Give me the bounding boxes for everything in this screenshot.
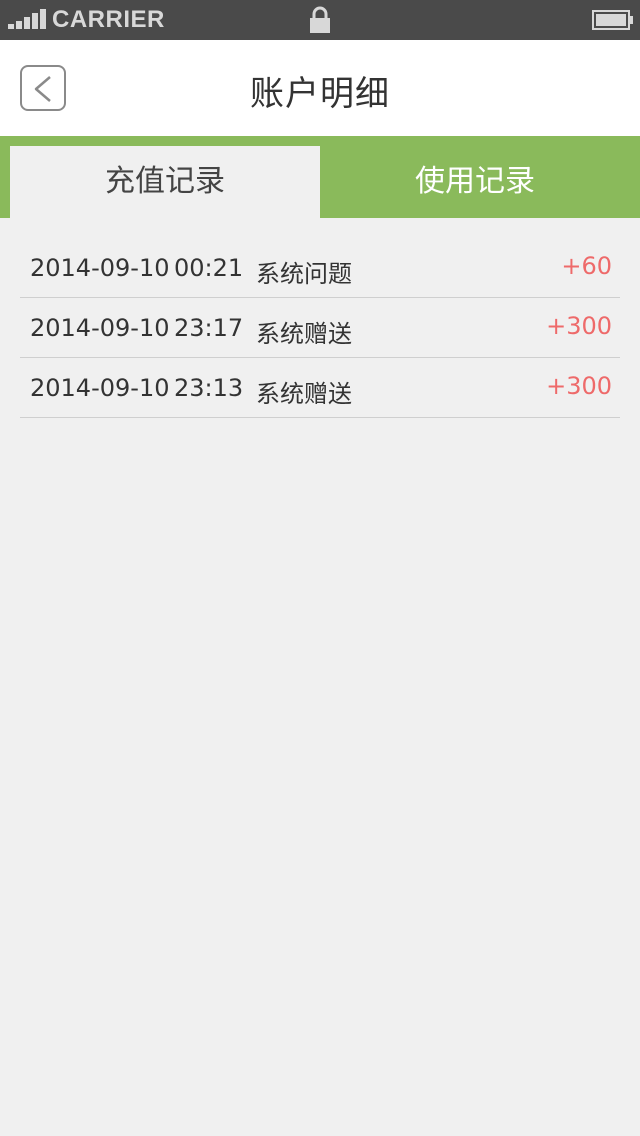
record-date: 2014-09-10	[30, 374, 170, 402]
record-date: 2014-09-10	[30, 314, 170, 342]
lock-icon	[310, 6, 330, 33]
page-title: 账户明细	[250, 74, 390, 114]
record-description: 系统问题	[256, 260, 352, 288]
tab-recharge-records[interactable]: 充值记录	[10, 146, 320, 218]
record-amount: +60	[561, 252, 612, 280]
tab-usage-records[interactable]: 使用记录	[320, 146, 630, 218]
list-item: 2014-09-10 23:13 系统赠送 +300	[20, 358, 620, 418]
battery-icon	[592, 10, 633, 30]
list-item: 2014-09-10 00:21 系统问题 +60	[20, 238, 620, 298]
signal-bars-icon	[8, 9, 48, 29]
record-date: 2014-09-10	[30, 254, 170, 282]
record-amount: +300	[546, 312, 612, 340]
carrier-name: CARRIER	[52, 6, 165, 33]
record-description: 系统赠送	[256, 320, 352, 348]
status-bar: CARRIER	[0, 0, 640, 40]
record-list: 2014-09-10 00:21 系统问题 +60 2014-09-10 23:…	[20, 238, 620, 418]
list-item: 2014-09-10 23:17 系统赠送 +300	[20, 298, 620, 358]
record-description: 系统赠送	[256, 380, 352, 408]
record-time: 23:17	[174, 314, 244, 342]
record-time: 00:21	[174, 254, 244, 282]
tab-bar: 充值记录 使用记录	[0, 136, 640, 218]
nav-header: 账户明细	[0, 40, 640, 136]
record-time: 23:13	[174, 374, 244, 402]
record-amount: +300	[546, 372, 612, 400]
